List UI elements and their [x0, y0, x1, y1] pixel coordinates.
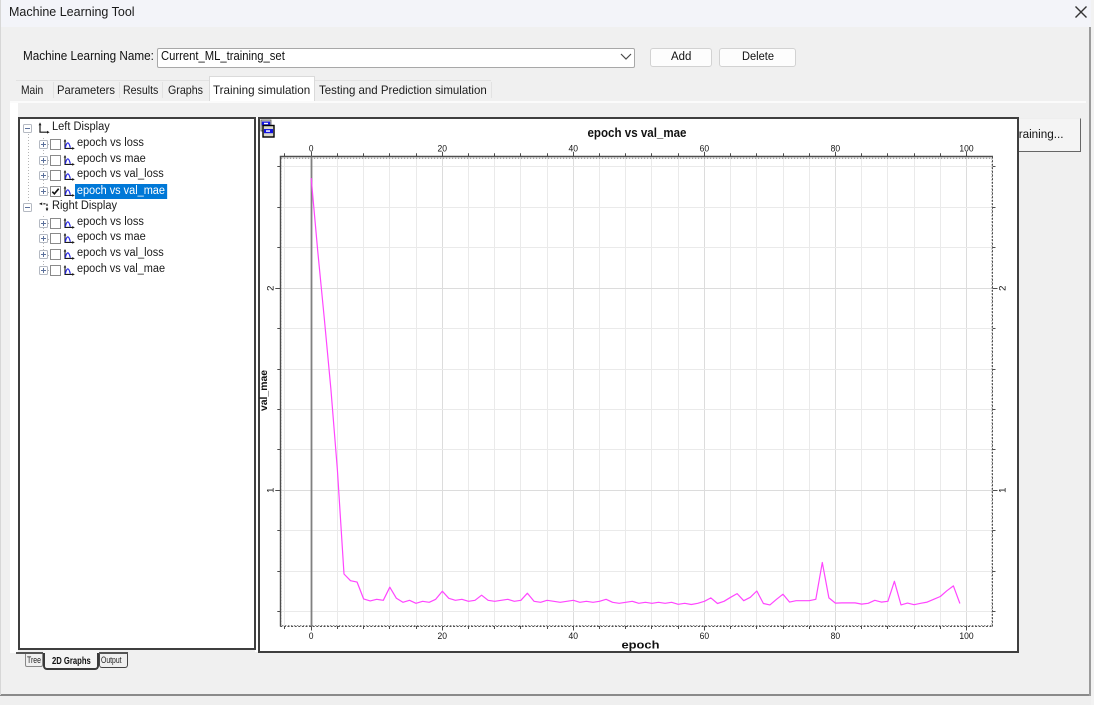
svg-text:2: 2: [997, 285, 1008, 290]
svg-text:100: 100: [959, 143, 973, 154]
svg-text:100: 100: [959, 630, 973, 641]
svg-text:60: 60: [699, 630, 709, 641]
svg-text:80: 80: [830, 630, 840, 641]
svg-text:2: 2: [265, 285, 276, 290]
svg-text:20: 20: [437, 143, 447, 154]
svg-text:0: 0: [308, 630, 313, 641]
svg-text:20: 20: [437, 630, 447, 641]
svg-text:60: 60: [699, 143, 709, 154]
svg-text:1: 1: [265, 487, 276, 492]
svg-text:40: 40: [568, 630, 578, 641]
svg-text:0: 0: [308, 143, 313, 154]
svg-text:epoch vs val_mae: epoch vs val_mae: [587, 124, 686, 139]
svg-text:80: 80: [830, 143, 840, 154]
svg-text:val_mae: val_mae: [259, 369, 270, 410]
svg-text:1: 1: [997, 487, 1008, 492]
svg-text:40: 40: [568, 143, 578, 154]
svg-text:epoch: epoch: [621, 639, 659, 651]
